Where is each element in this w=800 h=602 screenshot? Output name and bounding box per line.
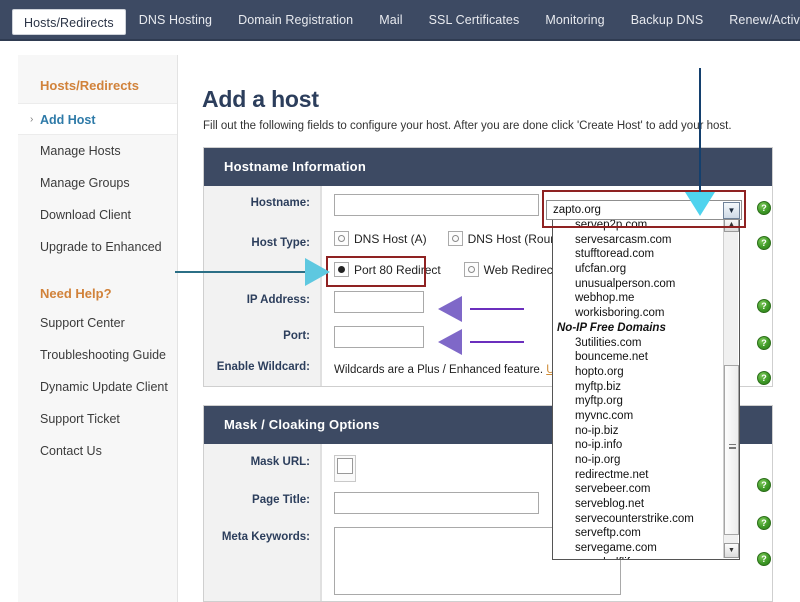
tab-monitoring[interactable]: Monitoring <box>532 0 617 41</box>
radio-web-redirect[interactable] <box>463 262 479 278</box>
domain-option[interactable]: no-ip.biz <box>553 424 739 439</box>
domain-option[interactable]: myvnc.com <box>553 409 739 424</box>
label-hostname: Hostname: <box>204 186 321 226</box>
domain-option-group: No-IP Free Domains <box>557 321 666 334</box>
domain-select-value: zapto.org <box>553 204 601 216</box>
page-subtitle: Fill out the following fields to configu… <box>203 120 732 132</box>
chevron-right-icon: › <box>30 114 34 125</box>
port-input[interactable] <box>334 326 424 348</box>
radio-port-80-redirect[interactable] <box>334 262 349 278</box>
sidebar-item-upgrade-to-enhanced[interactable]: Upgrade to Enhanced <box>18 231 177 263</box>
tab-backup-dns[interactable]: Backup DNS <box>618 0 717 41</box>
help-icon-ip-address[interactable]: ? <box>757 299 771 313</box>
tab-domain-registration[interactable]: Domain Registration <box>225 0 366 41</box>
domain-option[interactable]: ufcfan.org <box>553 262 739 277</box>
wildcard-hint-text: Wildcards are a Plus / Enhanced feature. <box>334 364 547 376</box>
domain-option[interactable]: servehalflife.com <box>553 556 739 559</box>
domain-option[interactable]: redirectme.net <box>553 468 739 483</box>
radio-label-port-80-redirect: Port 80 Redirect <box>354 262 441 277</box>
help-icon-mask-url[interactable]: ? <box>757 478 771 492</box>
label-page-title: Page Title: <box>204 486 321 526</box>
sidebar-item-download-client[interactable]: Download Client <box>18 199 177 231</box>
scrollbar-grip-icon <box>729 444 736 449</box>
chevron-down-icon[interactable]: ▼ <box>723 202 740 219</box>
sidebar-item-troubleshooting-guide[interactable]: Troubleshooting Guide <box>18 339 177 371</box>
sidebar-heading-need-help: Need Help? <box>40 286 112 301</box>
domain-option[interactable]: myftp.biz <box>553 380 739 395</box>
radio-label-web-redirect: Web Redirect <box>483 262 557 277</box>
nav-tab-list: Hosts/Redirects DNS Hosting Domain Regis… <box>0 0 800 41</box>
domain-option[interactable]: stufftoread.com <box>553 247 739 262</box>
help-icon-host-type[interactable]: ? <box>757 236 771 250</box>
domain-option[interactable]: no-ip.org <box>553 453 739 468</box>
hostname-panel-title: Hostname Information <box>204 148 772 186</box>
top-navigation-bar: Hosts/Redirects DNS Hosting Domain Regis… <box>0 0 800 41</box>
radio-dns-host-a[interactable] <box>334 231 349 247</box>
domain-option[interactable]: unusualperson.com <box>553 277 739 292</box>
page-title-input[interactable] <box>334 492 539 514</box>
sidebar-item-manage-hosts[interactable]: Manage Hosts <box>18 135 177 167</box>
sidebar-heading-hosts-redirects: Hosts/Redirects <box>40 78 139 93</box>
label-enable-wildcard: Enable Wildcard: <box>204 360 321 386</box>
tab-mail[interactable]: Mail <box>366 0 415 41</box>
domain-option[interactable]: servebeer.com <box>553 482 739 497</box>
help-icon-wildcard[interactable]: ? <box>757 371 771 385</box>
domain-option[interactable]: bounceme.net <box>553 350 739 365</box>
tab-renew-activate[interactable]: Renew/Activate <box>716 0 800 41</box>
sidebar-item-manage-groups[interactable]: Manage Groups <box>18 167 177 199</box>
tab-dns-hosting[interactable]: DNS Hosting <box>126 0 225 41</box>
label-host-type: Host Type: <box>204 226 321 288</box>
domain-option[interactable]: serveblog.net <box>553 497 739 512</box>
sidebar-item-support-center[interactable]: Support Center <box>18 307 177 339</box>
mask-url-checkbox[interactable] <box>337 458 353 474</box>
scroll-down-arrow-icon[interactable]: ▼ <box>724 543 739 558</box>
label-meta-keywords: Meta Keywords: <box>204 526 321 601</box>
domain-option[interactable]: no-ip.info <box>553 438 739 453</box>
dropdown-scrollbar[interactable]: ▲ ▼ <box>723 217 739 558</box>
sidebar-item-dynamic-update-client[interactable]: Dynamic Update Client <box>18 371 177 403</box>
sidebar-item-label: Add Host <box>40 113 96 127</box>
label-port: Port: <box>204 325 321 360</box>
sidebar-item-add-host[interactable]: › Add Host <box>18 103 177 135</box>
domain-option[interactable]: workisboring.com <box>553 306 739 321</box>
sidebar-item-support-ticket[interactable]: Support Ticket <box>18 403 177 435</box>
domain-option[interactable]: hopto.org <box>553 365 739 380</box>
domain-option[interactable]: webhop.me <box>553 291 739 306</box>
domain-option[interactable]: servecounterstrike.com <box>553 512 739 527</box>
hostname-input[interactable] <box>334 194 539 216</box>
label-ip-address: IP Address: <box>204 288 321 325</box>
domain-option[interactable]: 3utilities.com <box>553 336 739 351</box>
page-title: Add a host <box>202 86 319 112</box>
domain-dropdown-listbox[interactable]: servep2p.com servesarcasm.com stufftoread.… <box>552 215 740 560</box>
radio-dns-host-round-robin[interactable] <box>447 231 463 247</box>
mask-url-checkbox-wrap[interactable] <box>334 455 356 482</box>
domain-option[interactable]: myftp.org <box>553 394 739 409</box>
domain-option[interactable]: servegame.com <box>553 541 739 556</box>
label-mask-url: Mask URL: <box>204 444 321 486</box>
help-icon-port[interactable]: ? <box>757 336 771 350</box>
domain-option-list: servep2p.com servesarcasm.com stufftoread.… <box>553 216 739 559</box>
scrollbar-thumb[interactable] <box>724 365 739 535</box>
domain-option[interactable]: serveftp.com <box>553 526 739 541</box>
help-icon-meta-keywords[interactable]: ? <box>757 552 771 566</box>
ip-address-input[interactable] <box>334 291 424 313</box>
radio-label-dns-host-a: DNS Host (A) <box>354 231 427 246</box>
page-root: Hosts/Redirects DNS Hosting Domain Regis… <box>0 0 800 602</box>
domain-select[interactable]: zapto.org ▼ <box>546 200 742 220</box>
sidebar: Hosts/Redirects › Add Host Manage Hosts … <box>18 55 178 602</box>
sidebar-item-contact-us[interactable]: Contact Us <box>18 435 177 467</box>
help-icon-page-title[interactable]: ? <box>757 516 771 530</box>
help-icon-hostname[interactable]: ? <box>757 201 771 215</box>
domain-option[interactable]: servesarcasm.com <box>553 233 739 248</box>
tab-hosts-redirects[interactable]: Hosts/Redirects <box>12 8 126 35</box>
tab-ssl-certificates[interactable]: SSL Certificates <box>416 0 533 41</box>
